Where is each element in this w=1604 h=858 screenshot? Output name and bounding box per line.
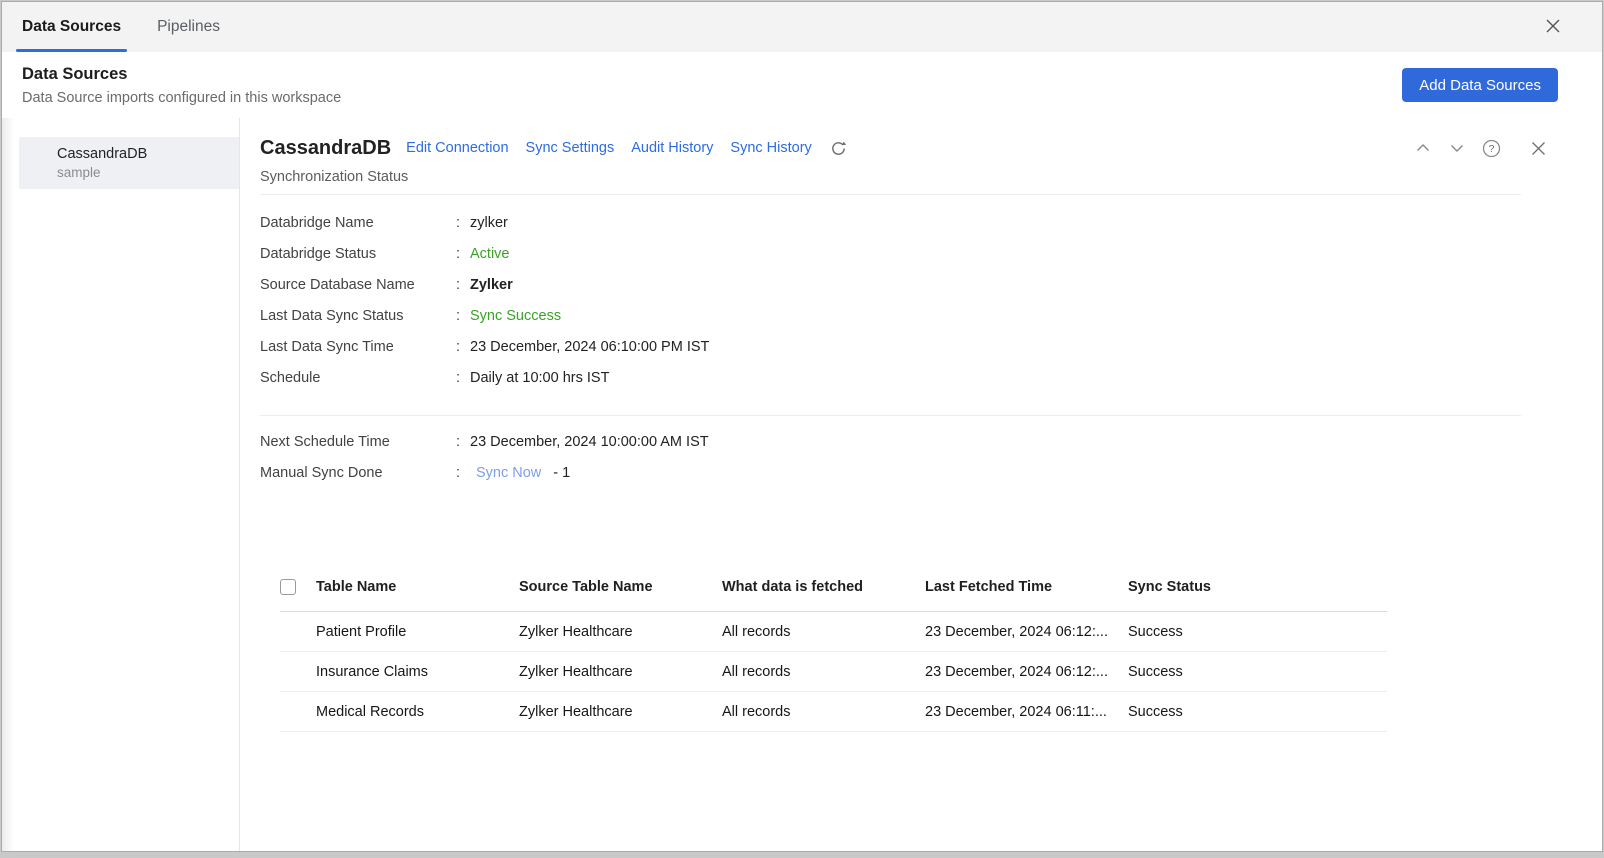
page-subtitle: Data Source imports configured in this w…	[22, 90, 341, 106]
sidebar-item-name: CassandraDB	[57, 146, 239, 162]
field-colon: :	[456, 434, 470, 450]
table-cell-sync-status: Success	[1128, 624, 1387, 640]
field-value: 23 December, 2024 06:10:00 PM IST	[470, 339, 709, 355]
field-value: 23 December, 2024 10:00:00 AM IST	[470, 434, 709, 450]
table-cell-last-fetched-time: 23 December, 2024 06:12:...	[925, 664, 1128, 680]
divider	[260, 194, 1521, 195]
content-area: CassandraDB sample CassandraDB Edit Conne…	[2, 118, 1602, 851]
field-row: Manual Sync Done: Sync Now - 1	[260, 457, 1602, 488]
table-cell-what-data-is-fetched: All records	[722, 624, 925, 640]
page-title: Data Sources	[22, 65, 341, 84]
column-header-last-fetched-time: Last Fetched Time	[925, 579, 1128, 595]
field-colon: :	[456, 370, 470, 386]
sidebar-item-cassandradb[interactable]: CassandraDB sample	[19, 137, 239, 189]
link-edit-connection[interactable]: Edit Connection	[406, 140, 508, 156]
field-row: Databridge Name:zylker	[260, 207, 1602, 238]
table-cell-sync-status: Success	[1128, 704, 1387, 720]
table-cell-table-name: Patient Profile	[316, 624, 519, 640]
field-label: Databridge Status	[260, 246, 456, 262]
dialog-close-icon[interactable]	[1542, 15, 1564, 37]
link-sync-history[interactable]: Sync History	[730, 140, 811, 156]
table-cell-what-data-is-fetched: All records	[722, 664, 925, 680]
data-source-list-sidebar: CassandraDB sample	[2, 118, 240, 851]
field-label: Source Database Name	[260, 277, 456, 293]
sidebar-item-subtitle: sample	[57, 165, 239, 180]
page-header: Data Sources Data Source imports configu…	[2, 52, 1602, 118]
column-header-table-name: Table Name	[316, 579, 519, 595]
help-icon[interactable]: ?	[1481, 138, 1502, 159]
table-header-row: Table NameSource Table NameWhat data is …	[280, 562, 1387, 612]
refresh-icon[interactable]	[829, 139, 848, 158]
column-header-what-data-is-fetched: What data is fetched	[722, 579, 925, 595]
field-colon: :	[456, 308, 470, 324]
field-label: Manual Sync Done	[260, 465, 456, 481]
add-data-sources-button[interactable]: Add Data Sources	[1402, 68, 1558, 102]
link-sync-settings[interactable]: Sync Settings	[526, 140, 615, 156]
link-audit-history[interactable]: Audit History	[631, 140, 713, 156]
field-row: Schedule:Daily at 10:00 hrs IST	[260, 362, 1602, 393]
column-header-sync-status: Sync Status	[1128, 579, 1387, 595]
field-value: zylker	[470, 215, 508, 231]
section-label: Synchronization Status	[260, 169, 1602, 185]
data-source-detail-panel: CassandraDB Edit Connection Sync Settings…	[240, 118, 1602, 851]
field-colon: :	[456, 339, 470, 355]
divider	[260, 415, 1521, 416]
table-cell-source-table-name: Zylker Healthcare	[519, 704, 722, 720]
field-label: Last Data Sync Time	[260, 339, 456, 355]
table-cell-what-data-is-fetched: All records	[722, 704, 925, 720]
table-cell-last-fetched-time: 23 December, 2024 06:12:...	[925, 624, 1128, 640]
field-label: Last Data Sync Status	[260, 308, 456, 324]
column-header-source-table-name: Source Table Name	[519, 579, 722, 595]
field-colon: :	[456, 277, 470, 293]
field-row: Source Database Name:Zylker	[260, 269, 1602, 300]
action-links: Edit Connection Sync Settings Audit Histor…	[406, 140, 812, 156]
table-cell-last-fetched-time: 23 December, 2024 06:11:...	[925, 704, 1128, 720]
field-value: Sync Success	[470, 308, 561, 324]
table-cell-sync-status: Success	[1128, 664, 1387, 680]
field-suffix: - 1	[553, 465, 570, 481]
field-label: Next Schedule Time	[260, 434, 456, 450]
field-row: Next Schedule Time:23 December, 2024 10:…	[260, 426, 1602, 457]
table-row[interactable]: Patient ProfileZylker HealthcareAll reco…	[280, 612, 1387, 652]
svg-text:?: ?	[1489, 143, 1495, 155]
table-body: Patient ProfileZylker HealthcareAll reco…	[280, 612, 1387, 732]
tab-bar: Data Sources Pipelines	[2, 2, 1602, 52]
field-value: Active	[470, 246, 510, 262]
data-source-title: CassandraDB	[260, 137, 391, 160]
tables-sync-table: Table NameSource Table NameWhat data is …	[280, 562, 1387, 732]
table-row[interactable]: Insurance ClaimsZylker HealthcareAll rec…	[280, 652, 1387, 692]
chevron-down-icon[interactable]	[1447, 138, 1467, 158]
sync-status-fields: Databridge Name:zylkerDatabridge Status:…	[260, 207, 1602, 393]
field-label: Schedule	[260, 370, 456, 386]
header-checkbox-cell	[280, 579, 316, 595]
table-cell-table-name: Insurance Claims	[316, 664, 519, 680]
field-row: Last Data Sync Time:23 December, 2024 06…	[260, 331, 1602, 362]
sync-now-link[interactable]: Sync Now	[476, 465, 541, 481]
field-row: Last Data Sync Status:Sync Success	[260, 300, 1602, 331]
detail-header: CassandraDB Edit Connection Sync Settings…	[260, 132, 1602, 164]
field-row: Databridge Status:Active	[260, 238, 1602, 269]
field-colon: :	[456, 246, 470, 262]
table-cell-table-name: Medical Records	[316, 704, 519, 720]
panel-close-icon[interactable]	[1528, 138, 1549, 159]
field-colon: :	[456, 465, 470, 481]
data-sources-dialog: Data Sources Pipelines Data Sources Data …	[1, 1, 1603, 852]
table-row[interactable]: Medical RecordsZylker HealthcareAll reco…	[280, 692, 1387, 732]
table-cell-source-table-name: Zylker Healthcare	[519, 624, 722, 640]
field-colon: :	[456, 215, 470, 231]
tab-bar-tabs: Data Sources Pipelines	[16, 2, 250, 52]
tab-data-sources[interactable]: Data Sources	[16, 2, 127, 52]
schedule-fields: Next Schedule Time:23 December, 2024 10:…	[260, 426, 1602, 488]
field-value: Zylker	[470, 277, 513, 293]
chevron-up-icon[interactable]	[1413, 138, 1433, 158]
field-label: Databridge Name	[260, 215, 456, 231]
table-cell-source-table-name: Zylker Healthcare	[519, 664, 722, 680]
select-all-checkbox[interactable]	[280, 579, 296, 595]
panel-controls: ?	[1413, 138, 1549, 159]
field-value: Daily at 10:00 hrs IST	[470, 370, 609, 386]
tab-pipelines[interactable]: Pipelines	[151, 2, 226, 52]
